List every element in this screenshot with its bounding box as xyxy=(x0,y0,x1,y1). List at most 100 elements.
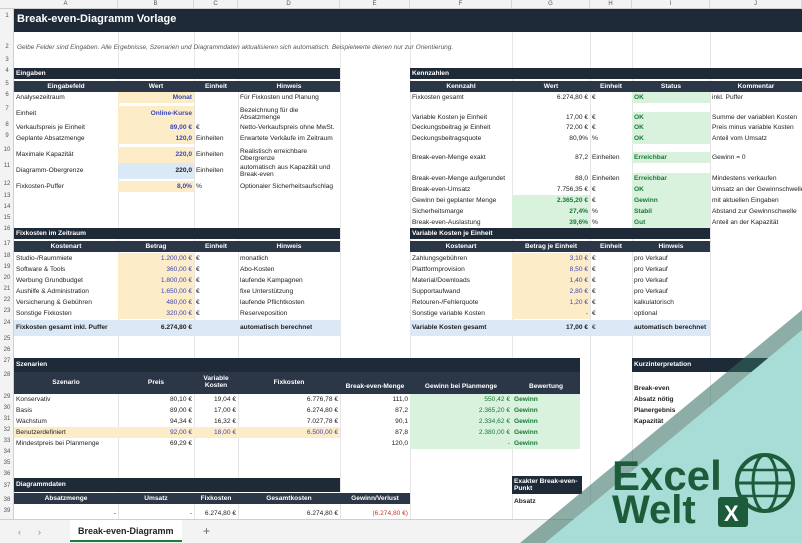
kpi-value[interactable]: 6.274,80 € xyxy=(512,92,590,103)
col-header-e[interactable]: E xyxy=(340,0,410,9)
row-header[interactable]: 22 xyxy=(0,297,14,303)
fixcost-amount-field[interactable]: 1.800,00 € xyxy=(118,275,194,286)
row-header[interactable]: 25 xyxy=(0,336,14,342)
fixcost-amount-field[interactable]: 360,00 € xyxy=(118,264,194,275)
col-header-j[interactable]: J xyxy=(710,0,802,9)
row-header[interactable]: 34 xyxy=(0,449,14,455)
row-header[interactable]: 3 xyxy=(0,57,14,63)
row-header[interactable]: 33 xyxy=(0,438,14,444)
row-header[interactable]: 8 xyxy=(0,122,14,128)
next-sheet-icon[interactable]: › xyxy=(38,527,41,537)
scenario-varcost: 19,04 € xyxy=(214,396,236,403)
kpi-section-header[interactable]: Kennzahlen xyxy=(410,68,802,79)
fixcost-amount-field[interactable]: 320,00 € xyxy=(118,308,194,319)
row-header[interactable]: 10 xyxy=(0,147,14,153)
varcost-amount-field[interactable]: 1,40 € xyxy=(512,275,590,286)
row-header[interactable]: 28 xyxy=(0,372,14,378)
scenario-fixcost[interactable]: 6.500,00 € xyxy=(238,427,340,438)
fixcosts-section-header[interactable]: Fixkosten im Zeitraum xyxy=(14,228,340,239)
row-header[interactable]: 9 xyxy=(0,133,14,139)
row-header[interactable]: 38 xyxy=(0,497,14,503)
varcost-amount-field[interactable]: - xyxy=(512,308,590,319)
varcost-amount-field[interactable]: 8,50 € xyxy=(512,264,590,275)
row-header[interactable]: 19 xyxy=(0,264,14,270)
page-title[interactable]: Break-even-Diagramm Vorlage xyxy=(17,13,176,25)
col-header-g[interactable]: G xyxy=(512,0,590,9)
input-value-field[interactable]: 89,00 € xyxy=(118,122,194,133)
row-header[interactable]: 27 xyxy=(0,358,14,364)
col-header-b[interactable]: B xyxy=(118,0,194,9)
row-header[interactable]: 23 xyxy=(0,308,14,314)
input-value-field[interactable]: 8,0% xyxy=(118,181,194,192)
scenarios-section-header[interactable]: Szenarien xyxy=(14,358,580,372)
row-header[interactable]: 4 xyxy=(0,68,14,74)
row-header[interactable]: 14 xyxy=(0,204,14,210)
row-header[interactable]: 39 xyxy=(0,508,14,514)
row-header[interactable]: 6 xyxy=(0,92,14,98)
row-header[interactable]: 35 xyxy=(0,460,14,466)
inputs-section-header[interactable]: Eingaben xyxy=(14,68,340,79)
kpi-col-header: Kommentar xyxy=(710,81,802,92)
fixcost-amount-field[interactable]: 1.200,00 € xyxy=(118,253,194,264)
row-header[interactable]: 2 xyxy=(0,44,14,50)
col-header-c[interactable]: C xyxy=(194,0,238,9)
varcost-amount-field[interactable]: 2,80 € xyxy=(512,286,590,297)
kpi-value[interactable]: 27,4% xyxy=(512,206,590,217)
col-header-i[interactable]: I xyxy=(632,0,710,9)
row-header[interactable]: 26 xyxy=(0,347,14,353)
row-header[interactable]: 37 xyxy=(0,483,14,489)
scenario-varcost[interactable]: 18,00 € xyxy=(194,427,238,438)
row-header[interactable]: 13 xyxy=(0,193,14,199)
input-unit: € xyxy=(196,124,200,131)
row-header[interactable]: 1 xyxy=(0,13,14,19)
row-header[interactable]: 16 xyxy=(0,226,14,232)
varcosts-total-value[interactable]: 17,00 € xyxy=(512,320,590,336)
row-header[interactable]: 36 xyxy=(0,471,14,477)
row-header[interactable]: 29 xyxy=(0,394,14,400)
row-header[interactable]: 7 xyxy=(0,106,14,112)
row-header[interactable]: 20 xyxy=(0,275,14,281)
row-header[interactable]: 17 xyxy=(0,241,14,247)
row-header[interactable]: 15 xyxy=(0,215,14,221)
row-header[interactable]: 11 xyxy=(0,163,14,169)
kpi-unit: % xyxy=(592,219,598,226)
row-header[interactable]: 32 xyxy=(0,427,14,433)
row-header[interactable]: 31 xyxy=(0,416,14,422)
add-sheet-icon[interactable]: + xyxy=(203,524,210,538)
col-header-d[interactable]: D xyxy=(238,0,340,9)
input-value-field[interactable]: Online-Kurse xyxy=(118,106,194,122)
input-value-field[interactable]: 120,0 xyxy=(118,133,194,144)
row-header[interactable]: 30 xyxy=(0,405,14,411)
input-value-field[interactable]: Monat xyxy=(118,92,194,103)
exact-breakeven-label: Absatz xyxy=(514,498,536,505)
fixcost-amount-field[interactable]: 1.650,00 € xyxy=(118,286,194,297)
instructions-text[interactable]: Gelbe Felder sind Eingaben. Alle Ergebni… xyxy=(17,44,453,51)
row-header[interactable]: 12 xyxy=(0,181,14,187)
prev-sheet-icon[interactable]: ‹ xyxy=(18,527,21,537)
varcost-amount-field[interactable]: 1,20 € xyxy=(512,297,590,308)
col-header-a[interactable]: A xyxy=(14,0,118,9)
varcosts-section-header[interactable]: Variable Kosten je Einheit xyxy=(410,228,710,239)
sheet-tab-active[interactable]: Break-even-Diagramm xyxy=(70,520,182,542)
col-header-h[interactable]: H xyxy=(590,0,632,9)
kpi-value[interactable]: 88,0 xyxy=(512,173,590,184)
input-value-field[interactable]: 220,0 xyxy=(118,147,194,163)
varcost-amount-field[interactable]: 3,10 € xyxy=(512,253,590,264)
row-header[interactable]: 5 xyxy=(0,81,14,87)
kpi-value[interactable]: 39,6% xyxy=(512,217,590,228)
scenario-price[interactable]: 92,00 € xyxy=(118,427,194,438)
row-header[interactable]: 18 xyxy=(0,253,14,259)
fixcost-amount-field[interactable]: 480,00 € xyxy=(118,297,194,308)
row-header[interactable]: 24 xyxy=(0,320,14,326)
kpi-value[interactable]: 2.365,20 € xyxy=(512,195,590,206)
kpi-value[interactable]: 72,00 € xyxy=(512,122,590,133)
interpretation-section-header[interactable]: Kurzinterpretation xyxy=(632,358,802,372)
kpi-value[interactable]: 80,9% xyxy=(512,133,590,144)
kpi-value[interactable]: 87,2 xyxy=(512,152,590,163)
diagram-section-header[interactable]: Diagrammdaten xyxy=(14,478,340,492)
input-value-field[interactable]: 220,0 xyxy=(118,163,194,179)
kpi-value[interactable]: 7.756,35 € xyxy=(512,184,590,195)
fixcosts-total-value[interactable]: 6.274,80 € xyxy=(118,320,194,336)
row-header[interactable]: 21 xyxy=(0,286,14,292)
col-header-f[interactable]: F xyxy=(410,0,512,9)
